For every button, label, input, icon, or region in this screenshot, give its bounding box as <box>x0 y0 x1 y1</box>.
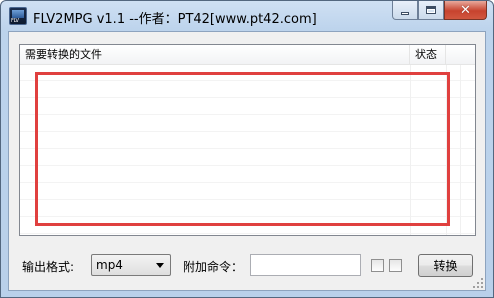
list-item[interactable] <box>20 150 475 166</box>
close-button[interactable]: ✕ <box>444 1 487 20</box>
options-bar: 输出格式: mp4 附加命令： 转换 <box>9 254 485 278</box>
file-list[interactable]: 需要转换的文件 状态 <box>19 44 476 236</box>
list-header: 需要转换的文件 状态 <box>20 45 475 65</box>
list-item[interactable] <box>20 184 475 200</box>
client-area: 需要转换的文件 状态 输出格式: mp4 附加命令： 转换 <box>8 31 486 291</box>
column-divider <box>460 65 461 235</box>
app-window: FLV2MPG v1.1 --作者：PT42[www.pt42.com] ✕ 需… <box>0 0 494 298</box>
caption-buttons: ✕ <box>392 1 487 21</box>
extra-cmd-label: 附加命令： <box>183 260 244 274</box>
window-title: FLV2MPG v1.1 --作者：PT42[www.pt42.com] <box>33 12 317 27</box>
option-checkbox-1[interactable] <box>371 259 384 272</box>
format-label: 输出格式: <box>22 260 75 274</box>
minimize-button[interactable] <box>392 1 418 20</box>
list-item[interactable] <box>20 133 475 149</box>
list-item[interactable] <box>20 201 475 217</box>
extra-cmd-input[interactable] <box>250 254 361 276</box>
list-item[interactable] <box>20 99 475 115</box>
column-divider <box>410 65 411 235</box>
chevron-down-icon <box>156 263 164 268</box>
column-divider <box>446 65 447 235</box>
list-item[interactable] <box>20 218 475 234</box>
list-item[interactable] <box>20 167 475 183</box>
list-item[interactable] <box>20 116 475 132</box>
option-checkbox-2[interactable] <box>389 259 402 272</box>
resize-grip[interactable] <box>473 278 483 288</box>
title-bar[interactable]: FLV2MPG v1.1 --作者：PT42[www.pt42.com] ✕ <box>1 1 493 31</box>
list-item[interactable] <box>20 65 475 81</box>
list-item[interactable] <box>20 82 475 98</box>
flv-app-icon[interactable] <box>9 7 27 25</box>
minimize-icon <box>401 11 409 15</box>
close-icon: ✕ <box>460 2 471 18</box>
format-value: mp4 <box>96 258 123 272</box>
format-select[interactable]: mp4 <box>91 254 171 276</box>
column-header-status[interactable]: 状态 <box>410 45 446 65</box>
convert-button[interactable]: 转换 <box>418 254 473 277</box>
column-header-file[interactable]: 需要转换的文件 <box>20 45 410 65</box>
maximize-icon <box>426 6 436 14</box>
maximize-button[interactable] <box>418 1 444 20</box>
